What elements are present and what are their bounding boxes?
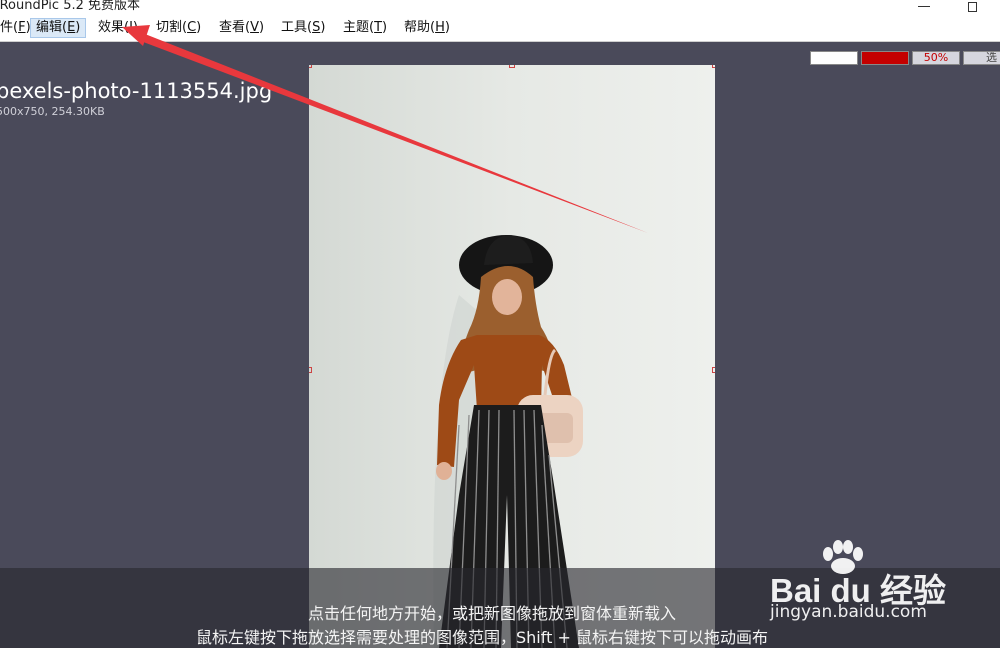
menu-tools[interactable]: 工具(S): [276, 18, 330, 38]
menu-edit[interactable]: 编辑(E): [30, 18, 87, 38]
menu-view[interactable]: 查看(V): [214, 18, 269, 38]
background-color-swatch[interactable]: [810, 51, 858, 65]
menu-cut[interactable]: 切割(C): [151, 18, 206, 38]
resize-handle-top-right[interactable]: [712, 65, 715, 68]
window-title: iRoundPic 5.2 免费版本: [0, 0, 140, 13]
file-info: 500x750, 254.30KB: [0, 105, 105, 118]
border-color-swatch[interactable]: [861, 51, 909, 65]
resize-handle-left[interactable]: [309, 367, 312, 373]
menu-help[interactable]: 帮助(H): [399, 18, 455, 38]
baidu-url: jingyan.baidu.com: [770, 602, 927, 622]
hint-line-2: 鼠标左键按下拖放选择需要处理的图像范围，Shift + 鼠标右键按下可以拖动画布: [196, 628, 768, 647]
maximize-icon[interactable]: [968, 2, 977, 12]
file-name: pexels-photo-1113554.jpg: [0, 79, 273, 103]
resize-handle-right[interactable]: [712, 367, 715, 373]
loaded-photo[interactable]: [309, 65, 715, 648]
photo-illustration: [309, 65, 715, 648]
resize-handle-top[interactable]: [509, 65, 515, 68]
title-bar: iRoundPic 5.2 免费版本: [0, 0, 1000, 14]
minimize-icon[interactable]: [918, 0, 930, 7]
zoom-level-button[interactable]: 50%: [912, 51, 960, 65]
resize-handle-top-left[interactable]: [309, 65, 312, 68]
select-button[interactable]: 选: [963, 51, 1000, 65]
menu-bar: 件(F) 编辑(E) 效果(I) 切割(C) 查看(V) 工具(S) 主题(T)…: [0, 14, 1000, 42]
hint-line-1: 点击任何地方开始，或把新图像拖放到窗体重新载入: [308, 604, 677, 623]
baidu-watermark: Bai du 经验 jingyan.baidu.com: [770, 540, 960, 630]
menu-theme[interactable]: 主题(T): [338, 18, 392, 38]
menu-effects[interactable]: 效果(I): [93, 18, 143, 38]
